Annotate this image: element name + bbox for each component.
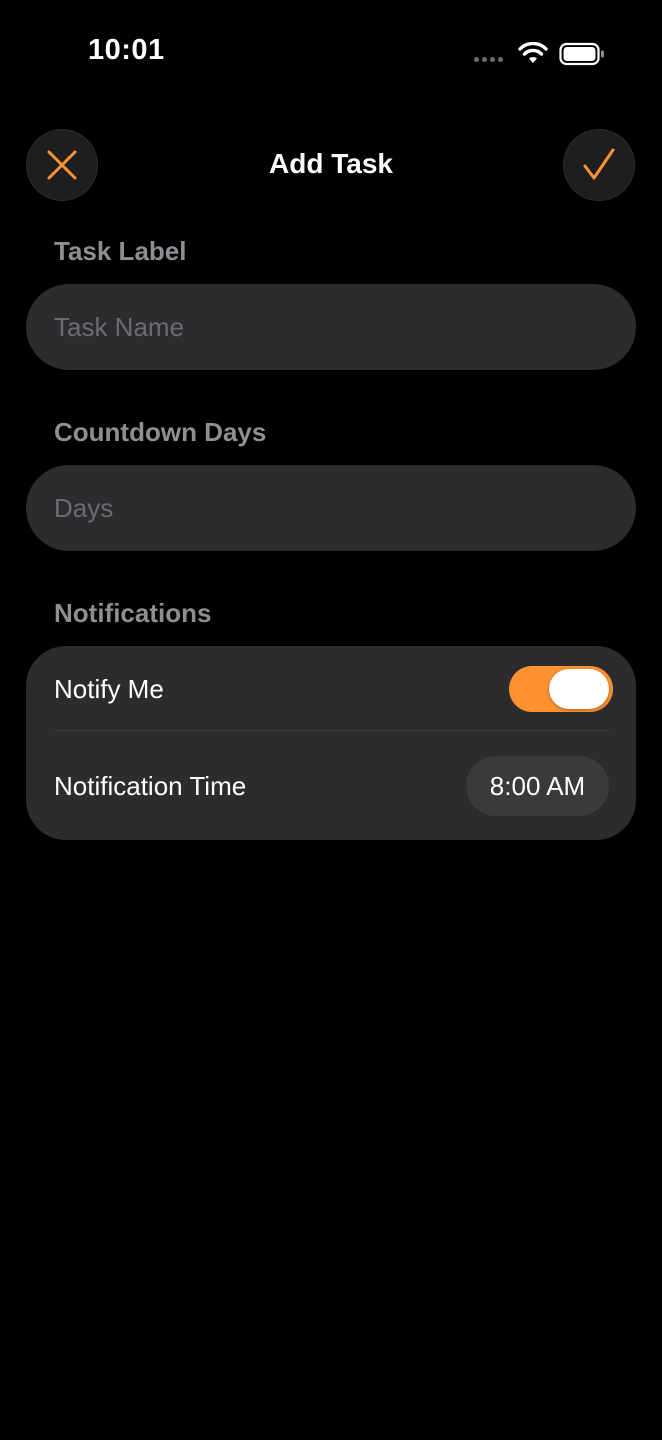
notifications-heading: Notifications xyxy=(54,598,212,628)
countdown-days-heading: Countdown Days xyxy=(54,417,267,447)
checkmark-icon xyxy=(583,148,615,180)
battery-icon xyxy=(559,42,604,66)
status-time: 10:01 xyxy=(88,34,165,66)
status-bar: 10:01 xyxy=(0,0,662,100)
notification-time-label: Notification Time xyxy=(54,771,247,801)
notifications-card: Notify Me Notification Time 8:00 AM xyxy=(26,646,636,840)
task-name-field[interactable] xyxy=(26,284,636,370)
notify-me-toggle[interactable] xyxy=(509,666,613,712)
task-label-heading: Task Label xyxy=(54,236,187,266)
cellular-signal-icon xyxy=(474,57,503,62)
notify-me-label: Notify Me xyxy=(54,674,164,704)
task-name-input[interactable] xyxy=(54,311,636,343)
wifi-icon xyxy=(518,42,548,63)
toggle-knob xyxy=(549,669,609,709)
days-field[interactable] xyxy=(26,465,636,551)
row-divider xyxy=(54,730,610,731)
days-input[interactable] xyxy=(54,492,636,524)
notification-time-picker[interactable]: 8:00 AM xyxy=(466,756,609,816)
confirm-button[interactable] xyxy=(563,129,635,201)
